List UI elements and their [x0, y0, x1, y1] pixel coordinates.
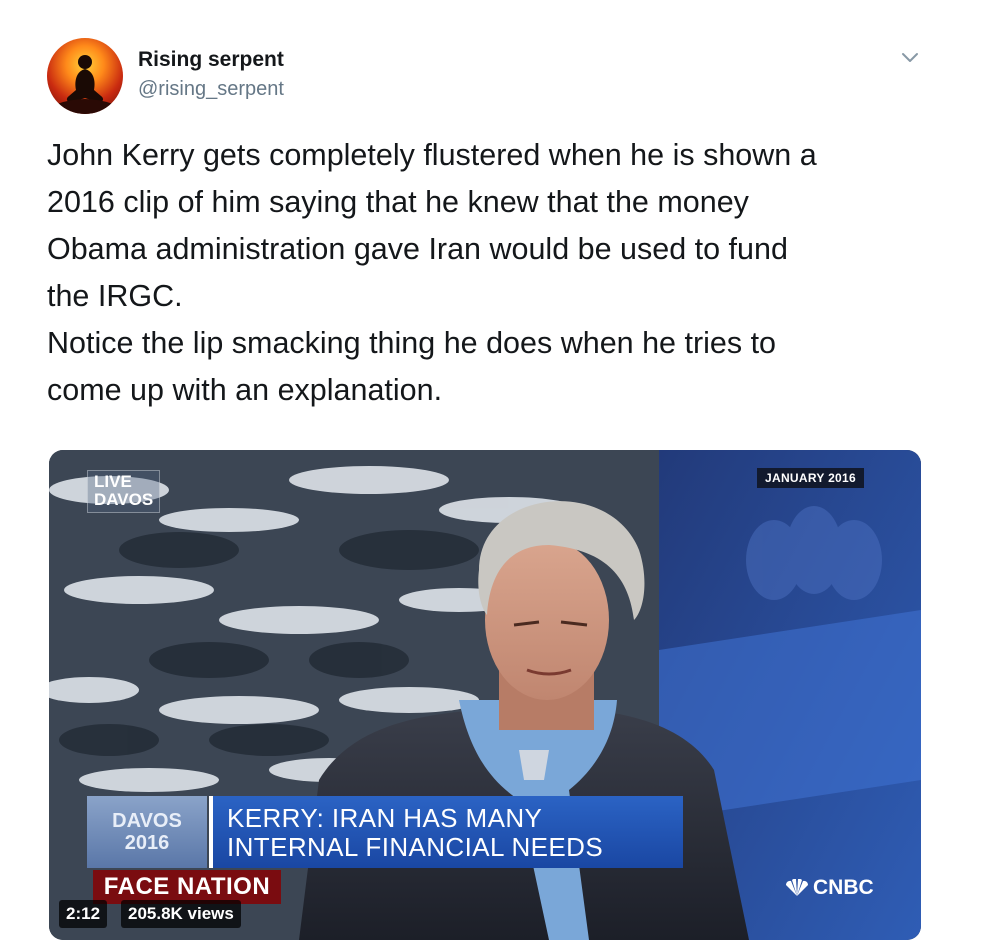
view-count: 205.8K views — [121, 900, 241, 928]
peacock-icon — [785, 878, 809, 896]
live-davos-badge: LIVE DAVOS — [87, 470, 161, 513]
meditating-figure-icon — [57, 55, 113, 114]
date-badge: JANUARY 2016 — [757, 468, 864, 488]
show-banner: FACE NATION — [93, 870, 281, 904]
display-name[interactable]: Rising serpent — [138, 48, 284, 72]
tweet-card: Rising serpent @rising_serpent John Kerr… — [0, 0, 982, 948]
tweet-text-line: Notice the lip smacking thing he does wh… — [47, 326, 777, 360]
user-handle[interactable]: @rising_serpent — [138, 78, 284, 101]
video-duration: 2:12 — [59, 900, 108, 928]
chevron-down-icon[interactable] — [899, 46, 921, 68]
video-player[interactable]: LIVE DAVOS JANUARY 2016 DAVOS 2016 KERRY… — [49, 450, 921, 940]
user-avatar[interactable] — [47, 38, 123, 114]
tweet-text-line: come up with an explanation. — [47, 373, 443, 407]
davos-label: DAVOS — [94, 490, 154, 509]
network-logo: CNBC — [784, 876, 874, 900]
chyron-line: KERRY: IRAN HAS MANY — [227, 803, 543, 833]
tweet-text-line: 2016 clip of him saying that he knew tha… — [47, 185, 749, 219]
tweet-text-line: the IRGC. — [47, 279, 183, 313]
davos-logo-year: 2016 — [124, 832, 170, 854]
network-name: CNBC — [813, 876, 874, 899]
tweet-text-line: John Kerry gets completely flustered whe… — [47, 138, 817, 172]
davos-2016-logo: DAVOS 2016 — [87, 796, 207, 868]
tweet-text-line: Obama administration gave Iran would be … — [47, 232, 788, 266]
davos-logo-title: DAVOS — [112, 810, 182, 832]
news-chyron: KERRY: IRAN HAS MANY INTERNAL FINANCIAL … — [209, 796, 683, 868]
tweet-text: John Kerry gets completely flustered whe… — [47, 132, 947, 414]
live-label: LIVE — [94, 472, 132, 491]
chyron-line: INTERNAL FINANCIAL NEEDS — [227, 832, 604, 862]
